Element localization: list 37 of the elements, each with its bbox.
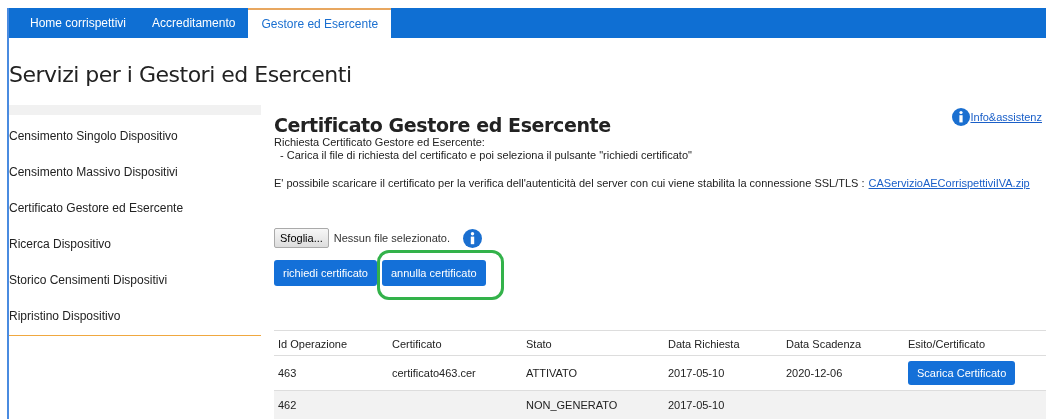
- file-status: Nessun file selezionato.: [333, 232, 450, 244]
- info-icon: [952, 108, 971, 126]
- column-header: Esito/Certificato: [904, 330, 1046, 356]
- column-header: Stato: [522, 330, 664, 356]
- sidebar-item[interactable]: Ricerca Dispositivo: [9, 223, 261, 259]
- column-header: Id Operazione: [274, 330, 388, 356]
- help-link[interactable]: Info&assistenz: [970, 111, 1042, 123]
- table-cell: 2017-05-10: [668, 399, 725, 411]
- action-button[interactable]: richiedi certificato: [274, 260, 377, 286]
- sidebar-item[interactable]: Storico Censimenti Dispositivi: [9, 259, 261, 295]
- action-button[interactable]: annulla certificato: [382, 260, 486, 286]
- sidebar-item[interactable]: Ripristino Dispositivo: [9, 295, 261, 331]
- sidebar-item[interactable]: Censimento Singolo Dispositivo: [9, 115, 261, 151]
- info-icon[interactable]: [463, 228, 482, 248]
- table-cell: 463: [278, 367, 297, 379]
- table-cell: 2017-05-10: [668, 367, 725, 379]
- sidebar-item[interactable]: Certificato Gestore ed Esercente: [9, 187, 261, 223]
- page-title: Servizi per i Gestori ed Esercenti: [9, 62, 353, 87]
- sidebar-item[interactable]: Censimento Massivo Dispositivi: [9, 151, 261, 187]
- column-header: Data Scadenza: [782, 330, 904, 356]
- table-cell: 2020-12-06: [786, 367, 843, 379]
- section-title: Certificato Gestore ed Esercente: [274, 114, 612, 136]
- intro-text: Richiesta Certificato Gestore ed Esercente:: [274, 136, 486, 149]
- table-cell: NON_GENERATO: [526, 399, 618, 411]
- browse-button[interactable]: Sfoglia...: [274, 228, 329, 248]
- column-header: Certificato: [388, 330, 522, 356]
- table-cell: ATTIVATO: [526, 367, 578, 379]
- table-cell: 462: [278, 399, 297, 411]
- instruction-text: - Carica il file di richiesta del certificato e poi seleziona il pulsante "richiedi certificato": [280, 149, 693, 162]
- download-link[interactable]: CAServizioAECorrispettiviIVA.zip: [868, 177, 1030, 189]
- nav-tab[interactable]: Accreditamento: [139, 8, 249, 38]
- column-header: Data Richiesta: [664, 330, 782, 356]
- nav-tab[interactable]: Home corrispettivi: [17, 8, 140, 38]
- table-cell: certificato463.cer: [392, 367, 476, 379]
- nav-tab[interactable]: Gestore ed Esercente: [248, 8, 392, 38]
- download-button[interactable]: Scarica Certificato: [908, 361, 1016, 385]
- download-text: E' possibile scaricare il certificato per la verifica dell'autenticità del server con cui viene stabilita la connessione SSL/TLS :: [274, 177, 865, 190]
